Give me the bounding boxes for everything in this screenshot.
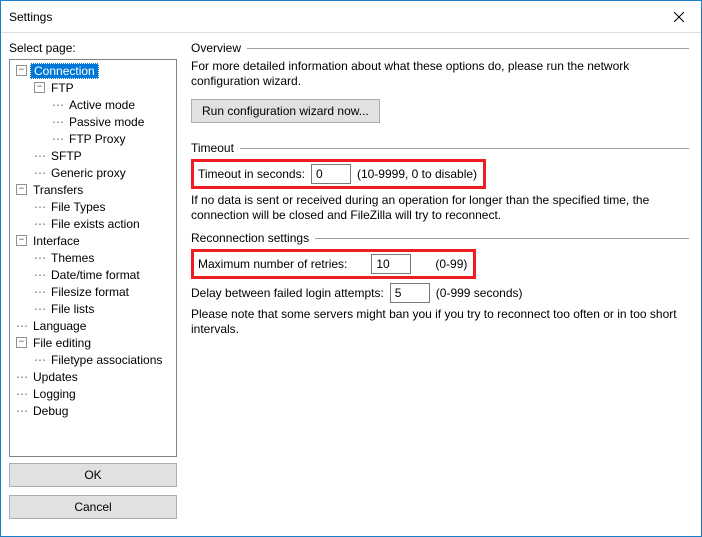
tree-filetype-assoc[interactable]: Filetype associations — [48, 353, 165, 367]
retries-hint: (0-99) — [435, 257, 467, 271]
tree-filesize[interactable]: Filesize format — [48, 285, 132, 299]
left-panel: Select page: −Connection −FTP ⋯Active mo… — [1, 33, 185, 535]
tree-interface[interactable]: Interface — [30, 234, 83, 248]
tree-logging[interactable]: Logging — [30, 387, 79, 401]
timeout-input[interactable] — [311, 164, 351, 184]
titlebar: Settings — [1, 1, 701, 33]
window-title: Settings — [9, 10, 657, 24]
tree-filelists[interactable]: File lists — [48, 302, 97, 316]
tree-connection[interactable]: Connection — [30, 63, 99, 79]
tree-updates[interactable]: Updates — [30, 370, 81, 384]
timeout-title: Timeout — [191, 141, 234, 155]
tree-transfers[interactable]: Transfers — [30, 183, 86, 197]
tree-debug[interactable]: Debug — [30, 404, 71, 418]
tree-sftp[interactable]: SFTP — [48, 149, 85, 163]
tree-active-mode[interactable]: Active mode — [66, 98, 138, 112]
retries-label: Maximum number of retries: — [198, 257, 347, 271]
settings-content: Overview For more detailed information a… — [185, 33, 701, 535]
expand-icon[interactable]: − — [34, 82, 45, 93]
ok-button[interactable]: OK — [9, 463, 177, 487]
delay-label: Delay between failed login attempts: — [191, 286, 384, 300]
tree-file-exists[interactable]: File exists action — [48, 217, 143, 231]
delay-input[interactable] — [390, 283, 430, 303]
run-wizard-button[interactable]: Run configuration wizard now... — [191, 99, 380, 123]
cancel-button[interactable]: Cancel — [9, 495, 177, 519]
retries-input[interactable] — [371, 254, 411, 274]
expand-icon[interactable]: − — [16, 235, 27, 246]
reconnect-title: Reconnection settings — [191, 231, 309, 245]
overview-text: For more detailed information about what… — [191, 59, 689, 89]
tree-passive-mode[interactable]: Passive mode — [66, 115, 147, 129]
close-button[interactable] — [657, 1, 701, 32]
reconnect-desc: Please note that some servers might ban … — [191, 307, 689, 337]
expand-icon[interactable]: − — [16, 184, 27, 195]
timeout-desc: If no data is sent or received during an… — [191, 193, 689, 223]
timeout-label: Timeout in seconds: — [198, 167, 305, 181]
expand-icon[interactable]: − — [16, 337, 27, 348]
tree-generic-proxy[interactable]: Generic proxy — [48, 166, 129, 180]
timeout-hint: (10-9999, 0 to disable) — [357, 167, 477, 181]
tree-file-editing[interactable]: File editing — [30, 336, 94, 350]
timeout-highlight: Timeout in seconds: (10-9999, 0 to disab… — [191, 159, 486, 189]
settings-tree[interactable]: −Connection −FTP ⋯Active mode ⋯Passive m… — [9, 59, 177, 457]
tree-file-types[interactable]: File Types — [48, 200, 108, 214]
select-page-label: Select page: — [9, 41, 177, 55]
retries-highlight: Maximum number of retries: (0-99) — [191, 249, 476, 279]
delay-hint: (0-999 seconds) — [436, 286, 523, 300]
tree-ftp[interactable]: FTP — [48, 81, 77, 95]
overview-title: Overview — [191, 41, 241, 55]
tree-ftp-proxy[interactable]: FTP Proxy — [66, 132, 128, 146]
tree-datetime[interactable]: Date/time format — [48, 268, 143, 282]
close-icon — [674, 12, 684, 22]
expand-icon[interactable]: − — [16, 65, 27, 76]
tree-themes[interactable]: Themes — [48, 251, 97, 265]
tree-language[interactable]: Language — [30, 319, 89, 333]
